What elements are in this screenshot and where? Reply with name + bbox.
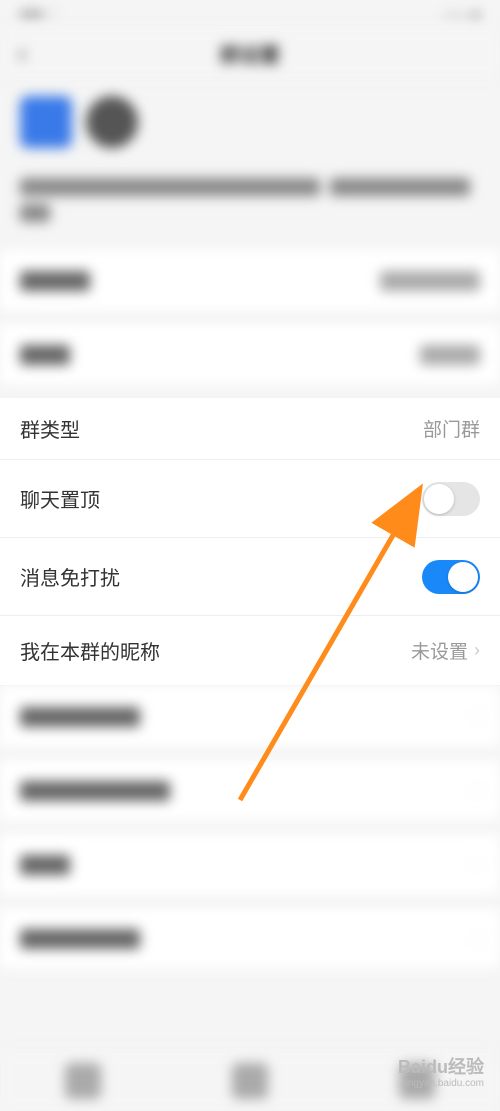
chevron-right-icon: › — [474, 640, 480, 661]
row-blurred-2[interactable]: › — [0, 686, 500, 748]
nav-item[interactable] — [65, 1063, 101, 1099]
dnd-toggle[interactable] — [422, 560, 480, 594]
watermark-main: Baidu经验 — [398, 1058, 484, 1078]
page-title: 群设置 — [220, 39, 280, 68]
nickname-label: 我在本群的昵称 — [20, 636, 160, 665]
nickname-value: 未设置 › — [411, 637, 480, 664]
status-left: ●●● ⋮ — [20, 6, 60, 22]
row-blurred-4[interactable]: › — [0, 834, 500, 896]
row-group-name[interactable] — [0, 250, 500, 312]
status-bar: ●●● ⋮ —— ● — [0, 0, 500, 28]
toggle-knob — [424, 484, 454, 514]
toggle-knob — [448, 562, 478, 592]
row-blurred-1[interactable] — [0, 324, 500, 386]
watermark: Baidu经验 jingyan.baidu.com — [398, 1058, 484, 1089]
row-group-type[interactable]: 群类型 部门群 — [0, 398, 500, 460]
avatar[interactable] — [20, 96, 72, 148]
status-right: —— ● — [443, 7, 480, 22]
row-nickname[interactable]: 我在本群的昵称 未设置 › — [0, 616, 500, 686]
header: ‹ 群设置 — [0, 28, 500, 78]
avatar-row — [0, 78, 500, 166]
back-icon[interactable]: ‹ — [18, 38, 27, 69]
row-blurred-5[interactable]: › — [0, 908, 500, 970]
group-description — [0, 166, 500, 250]
group-type-label: 群类型 — [20, 414, 80, 443]
row-pin-chat[interactable]: 聊天置顶 — [0, 460, 500, 538]
group-type-value: 部门群 — [423, 415, 480, 442]
row-blurred-3[interactable]: › — [0, 760, 500, 822]
nav-item[interactable] — [232, 1063, 268, 1099]
row-dnd[interactable]: 消息免打扰 — [0, 538, 500, 616]
pin-chat-toggle[interactable] — [422, 482, 480, 516]
pin-chat-label: 聊天置顶 — [20, 484, 100, 513]
watermark-sub: jingyan.baidu.com — [398, 1078, 484, 1089]
dnd-label: 消息免打扰 — [20, 562, 120, 591]
avatar[interactable] — [86, 96, 138, 148]
